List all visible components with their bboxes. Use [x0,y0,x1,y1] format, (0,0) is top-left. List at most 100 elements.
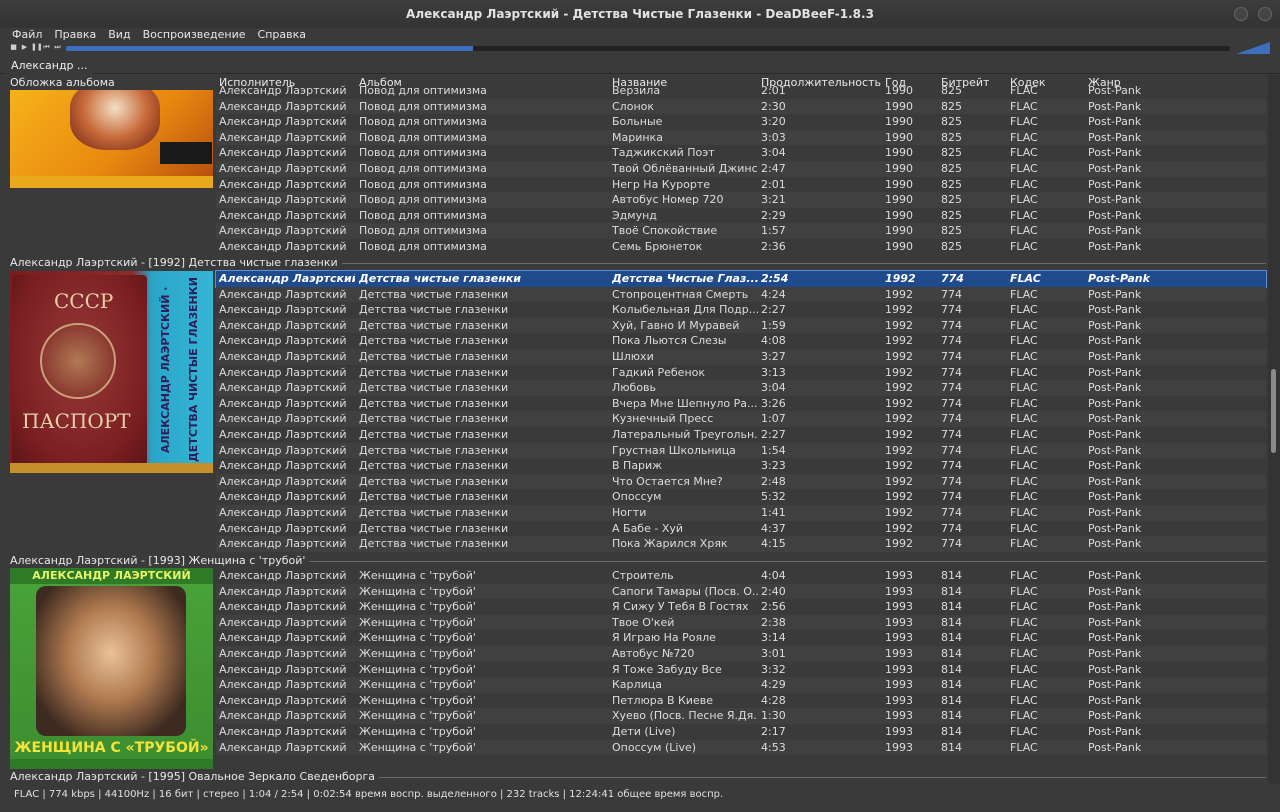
table-row[interactable]: Александр Лаэртский Повод для оптимизма Се… [216,239,1266,255]
pause-icon[interactable]: ❚❚ [31,43,43,52]
cell-artist: Александр Лаэртский [219,428,347,441]
cell-genre: Post-Pank [1088,569,1142,582]
cell-genre: Post-Pank [1088,224,1142,238]
cell-bitrate: 825 [941,115,962,129]
cell-bitrate: 814 [941,569,962,582]
cell-artist: Александр Лаэртский [219,740,347,754]
cell-title: Маринка [612,130,663,144]
cell-genre: Post-Pank [1088,240,1142,253]
cell-duration: 1:54 [761,443,786,457]
table-row[interactable]: Александр Лаэртский Детства чистые глазен… [216,333,1266,349]
table-row[interactable]: Александр Лаэртский Женщина с 'трубой' Опо… [216,739,1266,756]
cell-codec: FLAC [1010,521,1038,535]
table-row[interactable]: Александр Лаэртский Женщина с 'трубой' Авт… [216,646,1266,662]
cell-year: 1992 [885,381,913,395]
menu-file[interactable]: Файл [0,28,48,42]
table-row[interactable]: Александр Лаэртский Повод для оптимизма Тв… [216,223,1266,239]
table-row[interactable]: Александр Лаэртский Женщина с 'трубой' Сап… [216,583,1266,600]
table-row[interactable]: Александр Лаэртский Повод для оптимизма Бо… [216,114,1266,130]
table-row[interactable]: Александр Лаэртский Детства чистые глазен… [216,536,1266,552]
cell-duration: 3:21 [761,193,786,207]
table-row[interactable]: Александр Лаэртский Детства чистые глазен… [216,286,1266,303]
previous-icon[interactable]: ⏮ [42,43,51,52]
table-row[interactable]: Александр Лаэртский Детства чистые глазен… [216,489,1266,505]
play-icon[interactable]: ▶ [20,43,29,52]
table-row[interactable]: Александр Лаэртский Повод для оптимизма Ма… [216,129,1266,146]
next-icon[interactable]: ⏭ [53,43,62,52]
cell-duration: 5:32 [761,490,786,504]
menu-view[interactable]: Вид [102,28,136,42]
table-row[interactable]: Александр Лаэртский Детства чистые глазен… [216,427,1266,443]
table-row[interactable]: Александр Лаэртский Женщина с 'трубой' Я Т… [216,662,1266,678]
cell-bitrate: 774 [941,381,962,395]
group-separator [342,263,1266,264]
menu-help[interactable]: Справка [252,28,312,42]
stop-icon[interactable]: ■ [9,43,18,52]
cell-artist: Александр Лаэртский [219,365,347,379]
table-row[interactable]: Александр Лаэртский Женщина с 'трубой' Кар… [216,677,1266,693]
table-row[interactable]: Александр Лаэртский Детства чистые глазен… [216,521,1266,537]
cell-artist: Александр Лаэртский [219,537,347,551]
tab-playlist[interactable]: Александр ... [6,58,93,74]
table-row[interactable]: Александр Лаэртский Детства чистые глазен… [216,365,1266,381]
cell-bitrate: 814 [941,740,962,754]
cell-title: Шлюхи [612,350,654,363]
table-row[interactable]: Александр Лаэртский Детства чистые глазен… [216,505,1266,521]
cell-bitrate: 825 [941,240,962,253]
table-row[interactable]: Александр Лаэртский Детства чистые глазен… [216,302,1266,318]
table-row[interactable]: Александр Лаэртский Женщина с 'трубой' Дет… [216,724,1266,740]
table-row[interactable]: Александр Лаэртский Детства чистые глазен… [216,317,1266,334]
menu-edit[interactable]: Правка [48,28,102,42]
cell-title: Сапоги Тамары (Посв. О... [612,584,758,598]
status-bar: FLAC | 774 kbps | 44100Hz | 16 бит | сте… [0,786,1280,804]
cell-codec: FLAC [1010,130,1038,144]
seek-bar[interactable] [66,46,1230,51]
table-row[interactable]: Александр Лаэртский Детства чистые глазен… [216,411,1266,427]
table-row[interactable]: Александр Лаэртский Повод для оптимизма Тв… [216,161,1266,177]
cell-title: Автобус №720 [612,647,695,660]
table-row-selected[interactable]: Александр Лаэртский Детства чистые глазен… [215,270,1267,288]
playlist-view[interactable]: Обложка альбома Исполнитель Альбом Назва… [0,75,1268,784]
cell-artist: Александр Лаэртский [219,600,347,614]
table-row[interactable]: Александр Лаэртский Повод для оптимизма Сл… [216,98,1266,115]
table-row[interactable]: Александр Лаэртский Женщина с 'трубой' Пет… [216,693,1266,709]
table-row[interactable]: Александр Лаэртский Женщина с 'трубой' Я И… [216,630,1266,646]
cell-codec: FLAC [1010,537,1038,551]
scrollbar-thumb[interactable] [1271,369,1276,453]
cell-album: Женщина с 'трубой' [359,631,476,645]
table-row[interactable]: Александр Лаэртский Повод для оптимизма Та… [216,145,1266,161]
table-row[interactable]: Александр Лаэртский Повод для оптимизма Эд… [216,208,1266,224]
cell-title: Я Играю На Рояле [612,631,716,645]
table-row[interactable]: Александр Лаэртский Детства чистые глазен… [216,442,1266,459]
table-row[interactable]: Александр Лаэртский Детства чистые глазен… [216,380,1266,396]
vertical-scrollbar[interactable] [1268,75,1280,784]
group-title: Александр Лаэртский - [1992] Детства чис… [10,256,338,269]
volume-slider[interactable] [1236,42,1270,54]
table-row[interactable]: Александр Лаэртский Женщина с 'трубой' Тво… [216,614,1266,631]
table-row[interactable]: Александр Лаэртский Детства чистые глазен… [216,473,1266,490]
table-row[interactable]: Александр Лаэртский Женщина с 'трубой' Я С… [216,599,1266,615]
cell-album: Детства чистые глазенки [359,287,509,301]
cell-duration: 3:32 [761,662,786,676]
table-row[interactable]: Александр Лаэртский Повод для оптимизма Не… [216,177,1266,193]
table-row[interactable]: Александр Лаэртский Женщина с 'трубой' Хуе… [216,708,1266,724]
menu-playback[interactable]: Воспроизведение [137,28,252,42]
cell-duration: 1:41 [761,506,786,519]
cell-genre: Post-Pank [1088,177,1142,191]
cell-album: Повод для оптимизма [359,224,487,238]
table-row[interactable]: Александр Лаэртский Детства чистые глазен… [216,458,1266,474]
cell-artist: Александр Лаэртский [219,459,347,473]
cell-duration: 4:37 [761,521,786,535]
cell-artist: Александр Лаэртский [219,678,347,692]
cell-codec: FLAC [1010,272,1041,285]
table-row[interactable]: Александр Лаэртский Детства чистые глазен… [216,349,1266,365]
table-row[interactable]: Александр Лаэртский Женщина с 'трубой' Стр… [216,568,1266,584]
header-cover[interactable]: Обложка альбома [10,75,115,90]
table-row[interactable]: Александр Лаэртский Повод для оптимизма Ве… [216,83,1266,99]
close-button[interactable] [1258,7,1272,21]
table-row[interactable]: Александр Лаэртский Повод для оптимизма Ав… [216,192,1266,208]
minimize-button[interactable] [1234,7,1248,21]
cell-genre: Post-Pank [1088,115,1142,129]
table-row[interactable]: Александр Лаэртский Детства чистые глазен… [216,396,1266,412]
cell-duration: 1:30 [761,709,786,723]
